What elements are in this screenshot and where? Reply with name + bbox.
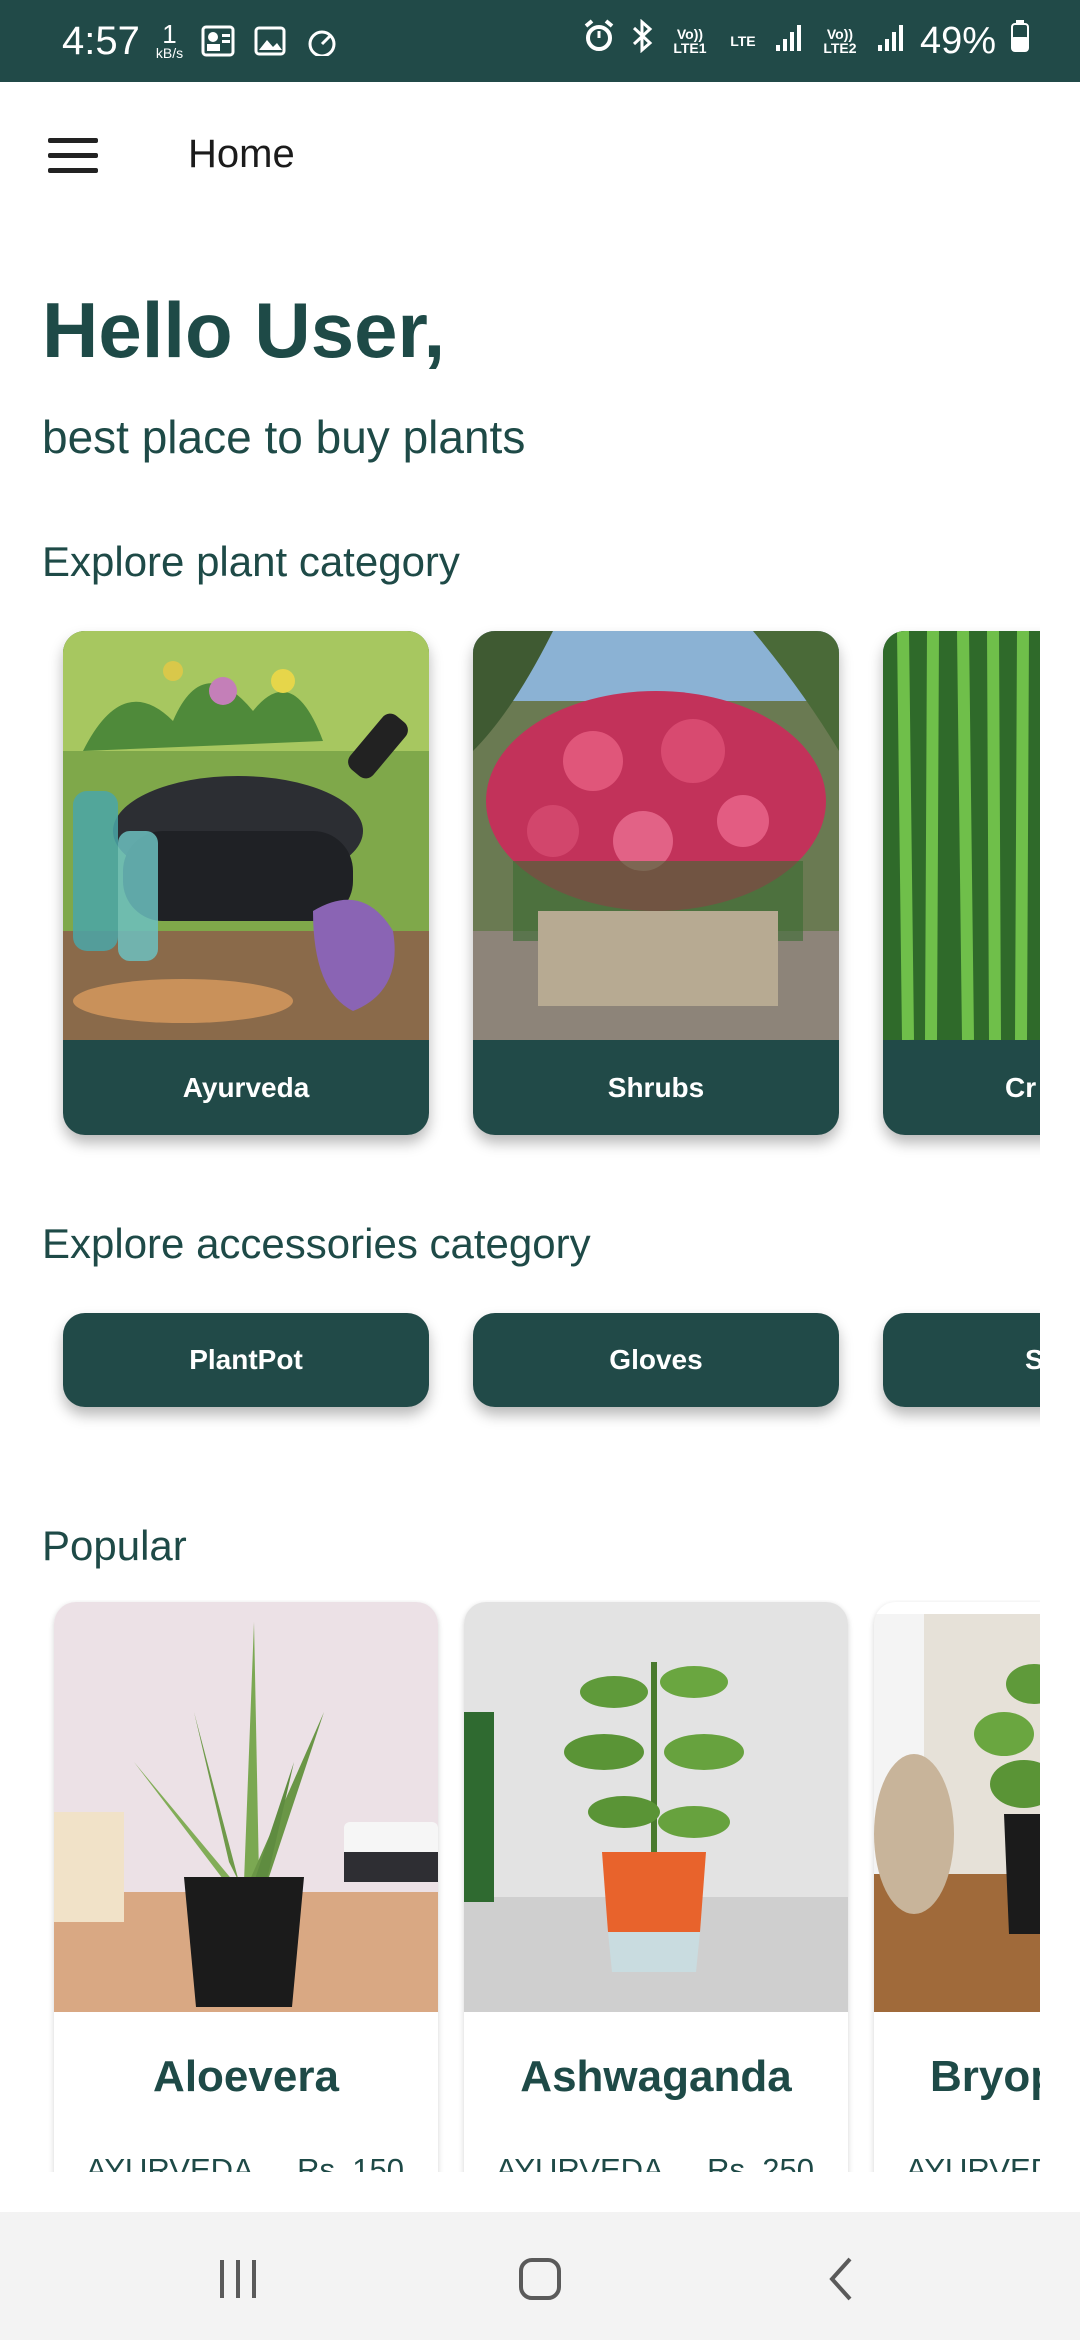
popular-item-price: Rs. 150 — [297, 2152, 404, 2172]
gallery-icon — [251, 24, 289, 58]
page-title: Home — [188, 132, 295, 176]
plant-category-list[interactable]: Ayurveda Shrubs Cr — [0, 620, 1040, 1160]
lte-label: LTE — [730, 33, 756, 49]
category-label: Shrubs — [607, 1071, 705, 1103]
accessory-gloves-button[interactable]: Gloves — [473, 1313, 839, 1407]
accessories-category-title: Explore accessories category — [42, 1220, 591, 1267]
category-card-shrubs[interactable]: Shrubs — [473, 631, 839, 1135]
speedometer-icon — [303, 24, 341, 58]
status-bar: 4:57 1 kB/s Vo)) LTE1 LTE Vo)) LTE2 49% — [0, 0, 1080, 82]
status-right: Vo)) LTE1 LTE Vo)) LTE2 49% — [582, 18, 1030, 63]
accessories-category-list[interactable]: PlantPot Gloves S — [0, 1300, 1040, 1440]
creepers-image — [883, 631, 1040, 1041]
menu-icon-line — [48, 168, 98, 173]
back-icon — [829, 2257, 852, 2301]
net-speed: 1 kB/s — [155, 19, 184, 61]
home-button[interactable] — [490, 2242, 590, 2312]
signal-icon — [774, 20, 804, 63]
net-speed-value: 1 — [162, 19, 177, 49]
system-nav-bar — [0, 2212, 1080, 2340]
bryophyllum-image — [874, 1614, 1040, 2012]
menu-icon-line — [48, 153, 98, 158]
back-button[interactable] — [792, 2242, 892, 2312]
recents-button[interactable] — [188, 2242, 288, 2312]
ashwaganda-image — [464, 1602, 848, 2012]
aloevera-image — [54, 1602, 438, 2012]
contact-icon — [199, 24, 237, 58]
plant-category-title: Explore plant category — [42, 538, 460, 585]
popular-title: Popular — [42, 1522, 187, 1569]
popular-item-name: Aloevera — [153, 2052, 339, 2101]
greeting-heading: Hello User, — [42, 286, 446, 374]
popular-card-bryophyllum[interactable]: Bryop AYURVED — [874, 1602, 1040, 2172]
menu-icon — [48, 138, 98, 143]
bluetooth-icon — [630, 18, 654, 63]
menu-button[interactable] — [40, 126, 106, 186]
popular-item-category: AYURVED — [906, 2152, 1040, 2172]
recents-icon — [220, 2260, 256, 2298]
signal-icon — [876, 20, 906, 63]
popular-card-aloevera[interactable]: Aloevera AYURVEDA Rs. 150 — [54, 1602, 438, 2172]
battery-percent: 49% — [919, 19, 996, 62]
shrubs-image — [473, 631, 839, 1040]
lte1-label: Vo)) LTE1 — [673, 26, 707, 56]
category-label: Ayurveda — [182, 1071, 310, 1103]
accessory-plantpot-button[interactable]: PlantPot — [63, 1313, 429, 1407]
category-card-creepers[interactable]: Cr — [883, 631, 1040, 1135]
popular-item-price: Rs. 250 — [707, 2152, 814, 2172]
battery-icon — [1010, 19, 1030, 63]
app-bar: Home — [0, 82, 1080, 232]
lte2-label: Vo)) LTE2 — [823, 26, 857, 56]
popular-item-name: Bryop — [930, 2052, 1040, 2101]
greeting-tagline: best place to buy plants — [42, 411, 526, 463]
popular-item-category: AYURVEDA — [86, 2152, 254, 2172]
popular-item-name: Ashwaganda — [520, 2052, 792, 2101]
category-label: Cr — [1005, 1071, 1037, 1103]
ayurveda-image — [63, 631, 429, 1040]
popular-list[interactable]: Aloevera AYURVEDA Rs. 150 Ashwaganda AYU… — [0, 1600, 1040, 2172]
popular-card-ashwaganda[interactable]: Ashwaganda AYURVEDA Rs. 250 — [464, 1602, 848, 2172]
category-card-ayurveda[interactable]: Ayurveda — [63, 631, 429, 1135]
popular-item-category: AYURVEDA — [496, 2152, 664, 2172]
net-speed-unit: kB/s — [155, 45, 184, 61]
accessory-third-button[interactable]: S — [883, 1313, 1040, 1407]
home-icon — [519, 2258, 561, 2300]
alarm-icon — [582, 19, 616, 63]
status-time: 4:57 — [62, 18, 140, 63]
